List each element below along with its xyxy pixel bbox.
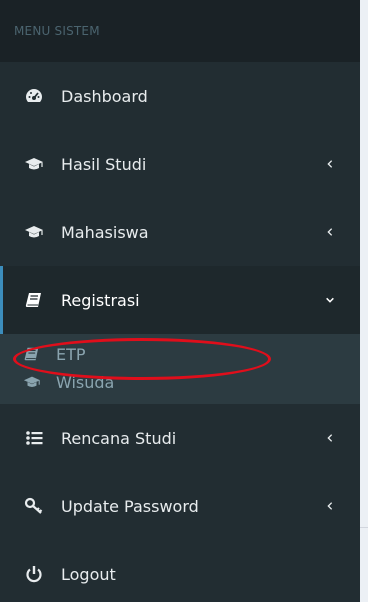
book-icon: [21, 290, 47, 310]
sidebar-item-label: Registrasi: [61, 290, 140, 310]
sidebar-item-label: Mahasiswa: [61, 222, 149, 242]
submenu-item-label: ETP: [56, 344, 86, 364]
sidebar-item-logout[interactable]: Logout: [0, 540, 360, 602]
book-icon: [20, 344, 44, 364]
sidebar-item-label: Update Password: [61, 496, 199, 516]
sidebar-header: MENU SISTEM: [0, 0, 360, 62]
sidebar-item-label: Dashboard: [61, 86, 148, 106]
sidebar-item-hasil-studi[interactable]: Hasil Studi: [0, 130, 360, 198]
sidebar: MENU SISTEM Dashboard Hasil Studi Mahasi…: [0, 0, 360, 602]
sidebar-item-registrasi[interactable]: Registrasi: [0, 266, 360, 334]
chevron-left-icon: [324, 500, 336, 512]
sidebar-item-label: Rencana Studi: [61, 428, 177, 448]
content-divider: [360, 527, 368, 528]
sidebar-item-update-password[interactable]: Update Password: [0, 472, 360, 540]
graduation-cap-icon: [21, 154, 47, 174]
sidebar-item-dashboard[interactable]: Dashboard: [0, 62, 360, 130]
sidebar-item-label: Hasil Studi: [61, 154, 147, 174]
registrasi-submenu: ETP Wisuda: [0, 334, 360, 404]
key-icon: [21, 496, 47, 516]
graduation-cap-icon: [20, 372, 44, 392]
dashboard-icon: [21, 86, 47, 106]
chevron-down-icon: [324, 294, 336, 306]
graduation-cap-icon: [21, 222, 47, 242]
chevron-left-icon: [324, 158, 336, 170]
sidebar-item-label: Logout: [61, 564, 116, 584]
chevron-left-icon: [324, 432, 336, 444]
sidebar-item-mahasiswa[interactable]: Mahasiswa: [0, 198, 360, 266]
sidebar-item-rencana-studi[interactable]: Rencana Studi: [0, 404, 360, 472]
submenu-item-label: Wisuda: [56, 372, 115, 392]
power-icon: [21, 564, 47, 584]
submenu-item-wisuda[interactable]: Wisuda: [0, 368, 360, 396]
submenu-item-etp[interactable]: ETP: [0, 340, 360, 368]
chevron-left-icon: [324, 226, 336, 238]
content-area-edge: [360, 0, 368, 602]
list-icon: [21, 428, 47, 448]
